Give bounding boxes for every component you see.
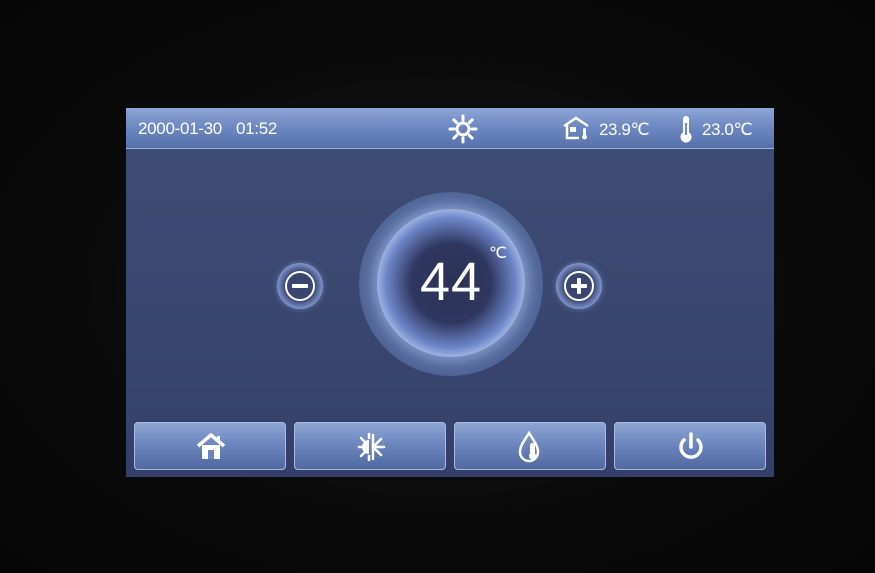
sun-icon [448,114,478,144]
increase-temp-button[interactable] [556,263,602,309]
setpoint-dial[interactable]: 44 ℃ [377,209,525,357]
status-bar: 2000-01-30 01:52 23.9℃ 23.0℃ [126,108,774,149]
indoor-temperature: 23.9℃ [599,120,650,139]
power-button[interactable] [614,422,766,470]
water-temperature-icon [518,430,540,463]
datetime: 2000-01-30 01:52 [138,119,291,139]
device-bezel: 2000-01-30 01:52 23.9℃ 23.0℃ 44 ℃ [0,0,875,573]
home-icon [196,433,226,459]
setpoint-unit: ℃ [489,245,507,262]
power-icon [679,432,703,459]
house-temperature-icon [563,116,589,140]
date-label: 2000-01-30 [138,119,222,138]
mode-button[interactable] [294,422,446,470]
outdoor-temperature: 23.0℃ [702,120,753,139]
time-label: 01:52 [235,119,278,138]
water-temperature-button[interactable] [454,422,606,470]
decrease-temp-button[interactable] [277,263,323,309]
bottom-nav [126,418,774,477]
heat-cool-mode-icon [357,432,386,462]
touch-screen: 2000-01-30 01:52 23.9℃ 23.0℃ 44 ℃ [126,108,774,477]
thermometer-icon [680,116,692,143]
home-button[interactable] [134,422,286,470]
